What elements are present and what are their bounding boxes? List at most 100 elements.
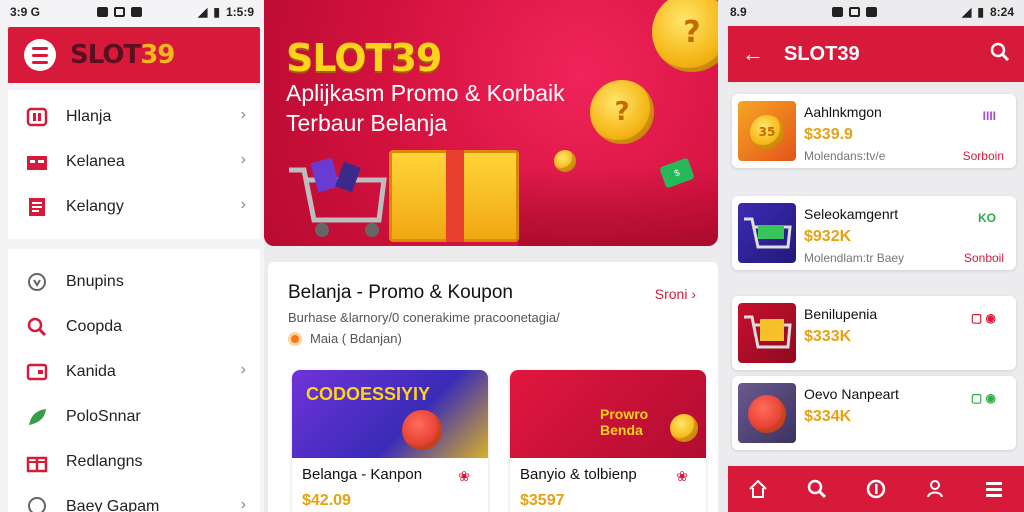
nav-item[interactable]: Kelangy › <box>8 184 260 229</box>
coupon-icon[interactable] <box>865 478 887 500</box>
promo-image: Prowro Benda <box>510 370 706 458</box>
status-time: 3:9 G <box>10 5 41 19</box>
card-title: Banyio & tolbienp <box>520 466 637 483</box>
battery-icon: ▮ <box>213 5 220 19</box>
search-icon <box>26 316 48 338</box>
battery-icon: ▮ <box>977 5 984 19</box>
nav-item[interactable]: Kanida › <box>8 349 260 394</box>
section-meta: Maia ( Bdanjan) <box>288 331 402 346</box>
search-icon[interactable] <box>806 478 828 500</box>
status-right-text: 1:5:9 <box>225 5 254 19</box>
nav-item[interactable]: Kelanea › <box>8 139 260 184</box>
notification-icon <box>831 7 843 17</box>
chevron-right-icon: › <box>240 361 246 378</box>
card-price: $42.09 <box>302 492 351 509</box>
status-time: 8.9 <box>730 5 747 19</box>
hero-subtitle: Aplijkasm Promo & Korbaik Terbaur Belanj… <box>286 80 565 136</box>
nav-item[interactable]: Hlanja › <box>8 94 260 139</box>
nav-group-secondary: Bnupins Coopda Kanida › PoloSnnar Redlan… <box>8 255 260 512</box>
back-arrow-icon[interactable]: ← <box>742 41 764 67</box>
tomato-icon <box>748 395 786 433</box>
home-icon[interactable] <box>747 478 769 500</box>
notification-icon <box>96 7 108 17</box>
coin-icon: ? <box>652 0 718 72</box>
home-screen: ? ? SLOT39 Aplijkasm Promo & Korbaik Ter… <box>264 0 720 512</box>
product-action-icons[interactable]: ▢ ◉ <box>971 391 996 405</box>
side-nav: Hlanja › Kelanea › Kelangy › Bnupins Coo… <box>0 90 268 512</box>
nav-item[interactable]: Bnupins <box>8 259 260 304</box>
product-tag: KO <box>978 211 996 225</box>
product-name: Benilupenia <box>804 306 878 322</box>
promo-card[interactable]: CODOESSIYIY Belanga - Kanpon $42.09 ❀ <box>292 370 488 512</box>
leaf-icon <box>26 406 48 428</box>
promo-card[interactable]: Prowro Benda Banyio & tolbienp $3597 ❀ <box>510 370 706 512</box>
product-card[interactable]: 35 Aahlnkmgon $339.9 Molendans:tv/e IIII… <box>732 94 1016 168</box>
shield-icon <box>26 271 48 293</box>
app-screens: 3:9 G ◢ ▮ 1:5:9 SLOT39 Hlanja › Kelanea … <box>0 0 1024 512</box>
coin-icon <box>554 150 576 172</box>
shop-icon <box>26 106 48 128</box>
status-right: ◢ ▮ 1:5:9 <box>198 5 254 19</box>
status-icons <box>831 7 877 17</box>
product-meta: Molendans:tv/e <box>804 149 886 163</box>
card-price: $3597 <box>520 492 565 509</box>
mail-icon <box>848 7 860 17</box>
nav-item[interactable]: PoloSnnar <box>8 394 260 439</box>
bottom-nav <box>728 466 1024 512</box>
nav-item[interactable]: Coopda <box>8 304 260 349</box>
product-image <box>738 303 796 363</box>
status-icons <box>96 7 142 17</box>
store-icon <box>26 151 48 173</box>
product-image: 35 <box>738 101 796 161</box>
status-bar: 3:9 G ◢ ▮ 1:5:9 <box>0 0 264 24</box>
product-card[interactable]: Benilupenia $333K ▢ ◉ <box>732 296 1016 370</box>
mail-icon <box>113 7 125 17</box>
app-icon <box>865 7 877 17</box>
product-name: Oevo Nanpeart <box>804 386 899 402</box>
nav-item[interactable]: Redlangns <box>8 439 260 484</box>
wallet-icon <box>26 361 48 383</box>
coupon-icon[interactable]: ❀ <box>458 468 470 485</box>
coin-icon <box>670 414 698 442</box>
product-name: Aahlnkmgon <box>804 104 882 120</box>
promo-section: Belanja - Promo & Koupon Sroni › Burhase… <box>268 262 718 512</box>
hero-banner[interactable]: ? ? SLOT39 Aplijkasm Promo & Korbaik Ter… <box>264 0 718 246</box>
product-price: $932K <box>804 228 852 245</box>
product-card[interactable]: Seleokamgenrt $932K Molendlam:tr Baey KO… <box>732 196 1016 270</box>
store-dot-icon <box>288 331 302 346</box>
section-title: Belanja - Promo & Koupon <box>288 282 513 303</box>
menu-icon[interactable] <box>983 478 1005 500</box>
wifi-icon: ◢ <box>962 5 972 19</box>
chevron-right-icon: › <box>240 196 246 213</box>
gift-icon <box>26 451 48 473</box>
app-header: ← SLOT39 <box>728 26 1024 82</box>
list-icon <box>26 196 48 218</box>
app-icon <box>130 7 142 17</box>
coupon-icon[interactable]: ❀ <box>676 468 688 485</box>
side-menu-screen: 3:9 G ◢ ▮ 1:5:9 SLOT39 Hlanja › Kelanea … <box>0 0 268 512</box>
gift-basket <box>389 150 519 242</box>
hamburger-menu-icon[interactable] <box>24 39 56 71</box>
see-all-link[interactable]: Sroni › <box>655 286 696 302</box>
chevron-right-icon: › <box>240 496 246 512</box>
product-action[interactable]: Sorboin <box>963 149 1004 163</box>
product-price: $333K <box>804 328 852 345</box>
status-right: ◢ ▮ 8:24 <box>962 5 1014 19</box>
app-header: SLOT39 <box>8 27 260 83</box>
nav-item[interactable]: Baey Gapam › <box>8 484 260 512</box>
search-icon[interactable] <box>990 42 1010 67</box>
hero-title: SLOT39 <box>286 36 442 80</box>
product-tag: IIII <box>982 109 996 123</box>
nav-group-primary: Hlanja › Kelanea › Kelangy › <box>8 90 260 233</box>
section-description: Burhase &larnory/0 conerakime pracooneta… <box>288 310 560 325</box>
wifi-icon: ◢ <box>198 5 208 19</box>
chevron-right-icon: › <box>240 106 246 123</box>
product-action-icons[interactable]: ▢ ◉ <box>971 311 996 325</box>
product-price: $334K <box>804 408 852 425</box>
product-card[interactable]: Oevo Nanpeart $334K ▢ ◉ <box>732 376 1016 450</box>
product-action[interactable]: Sonboil <box>964 251 1004 265</box>
divider <box>0 239 268 249</box>
status-right-text: 8:24 <box>989 5 1014 19</box>
header-title: SLOT39 <box>784 42 860 65</box>
user-icon[interactable] <box>924 478 946 500</box>
